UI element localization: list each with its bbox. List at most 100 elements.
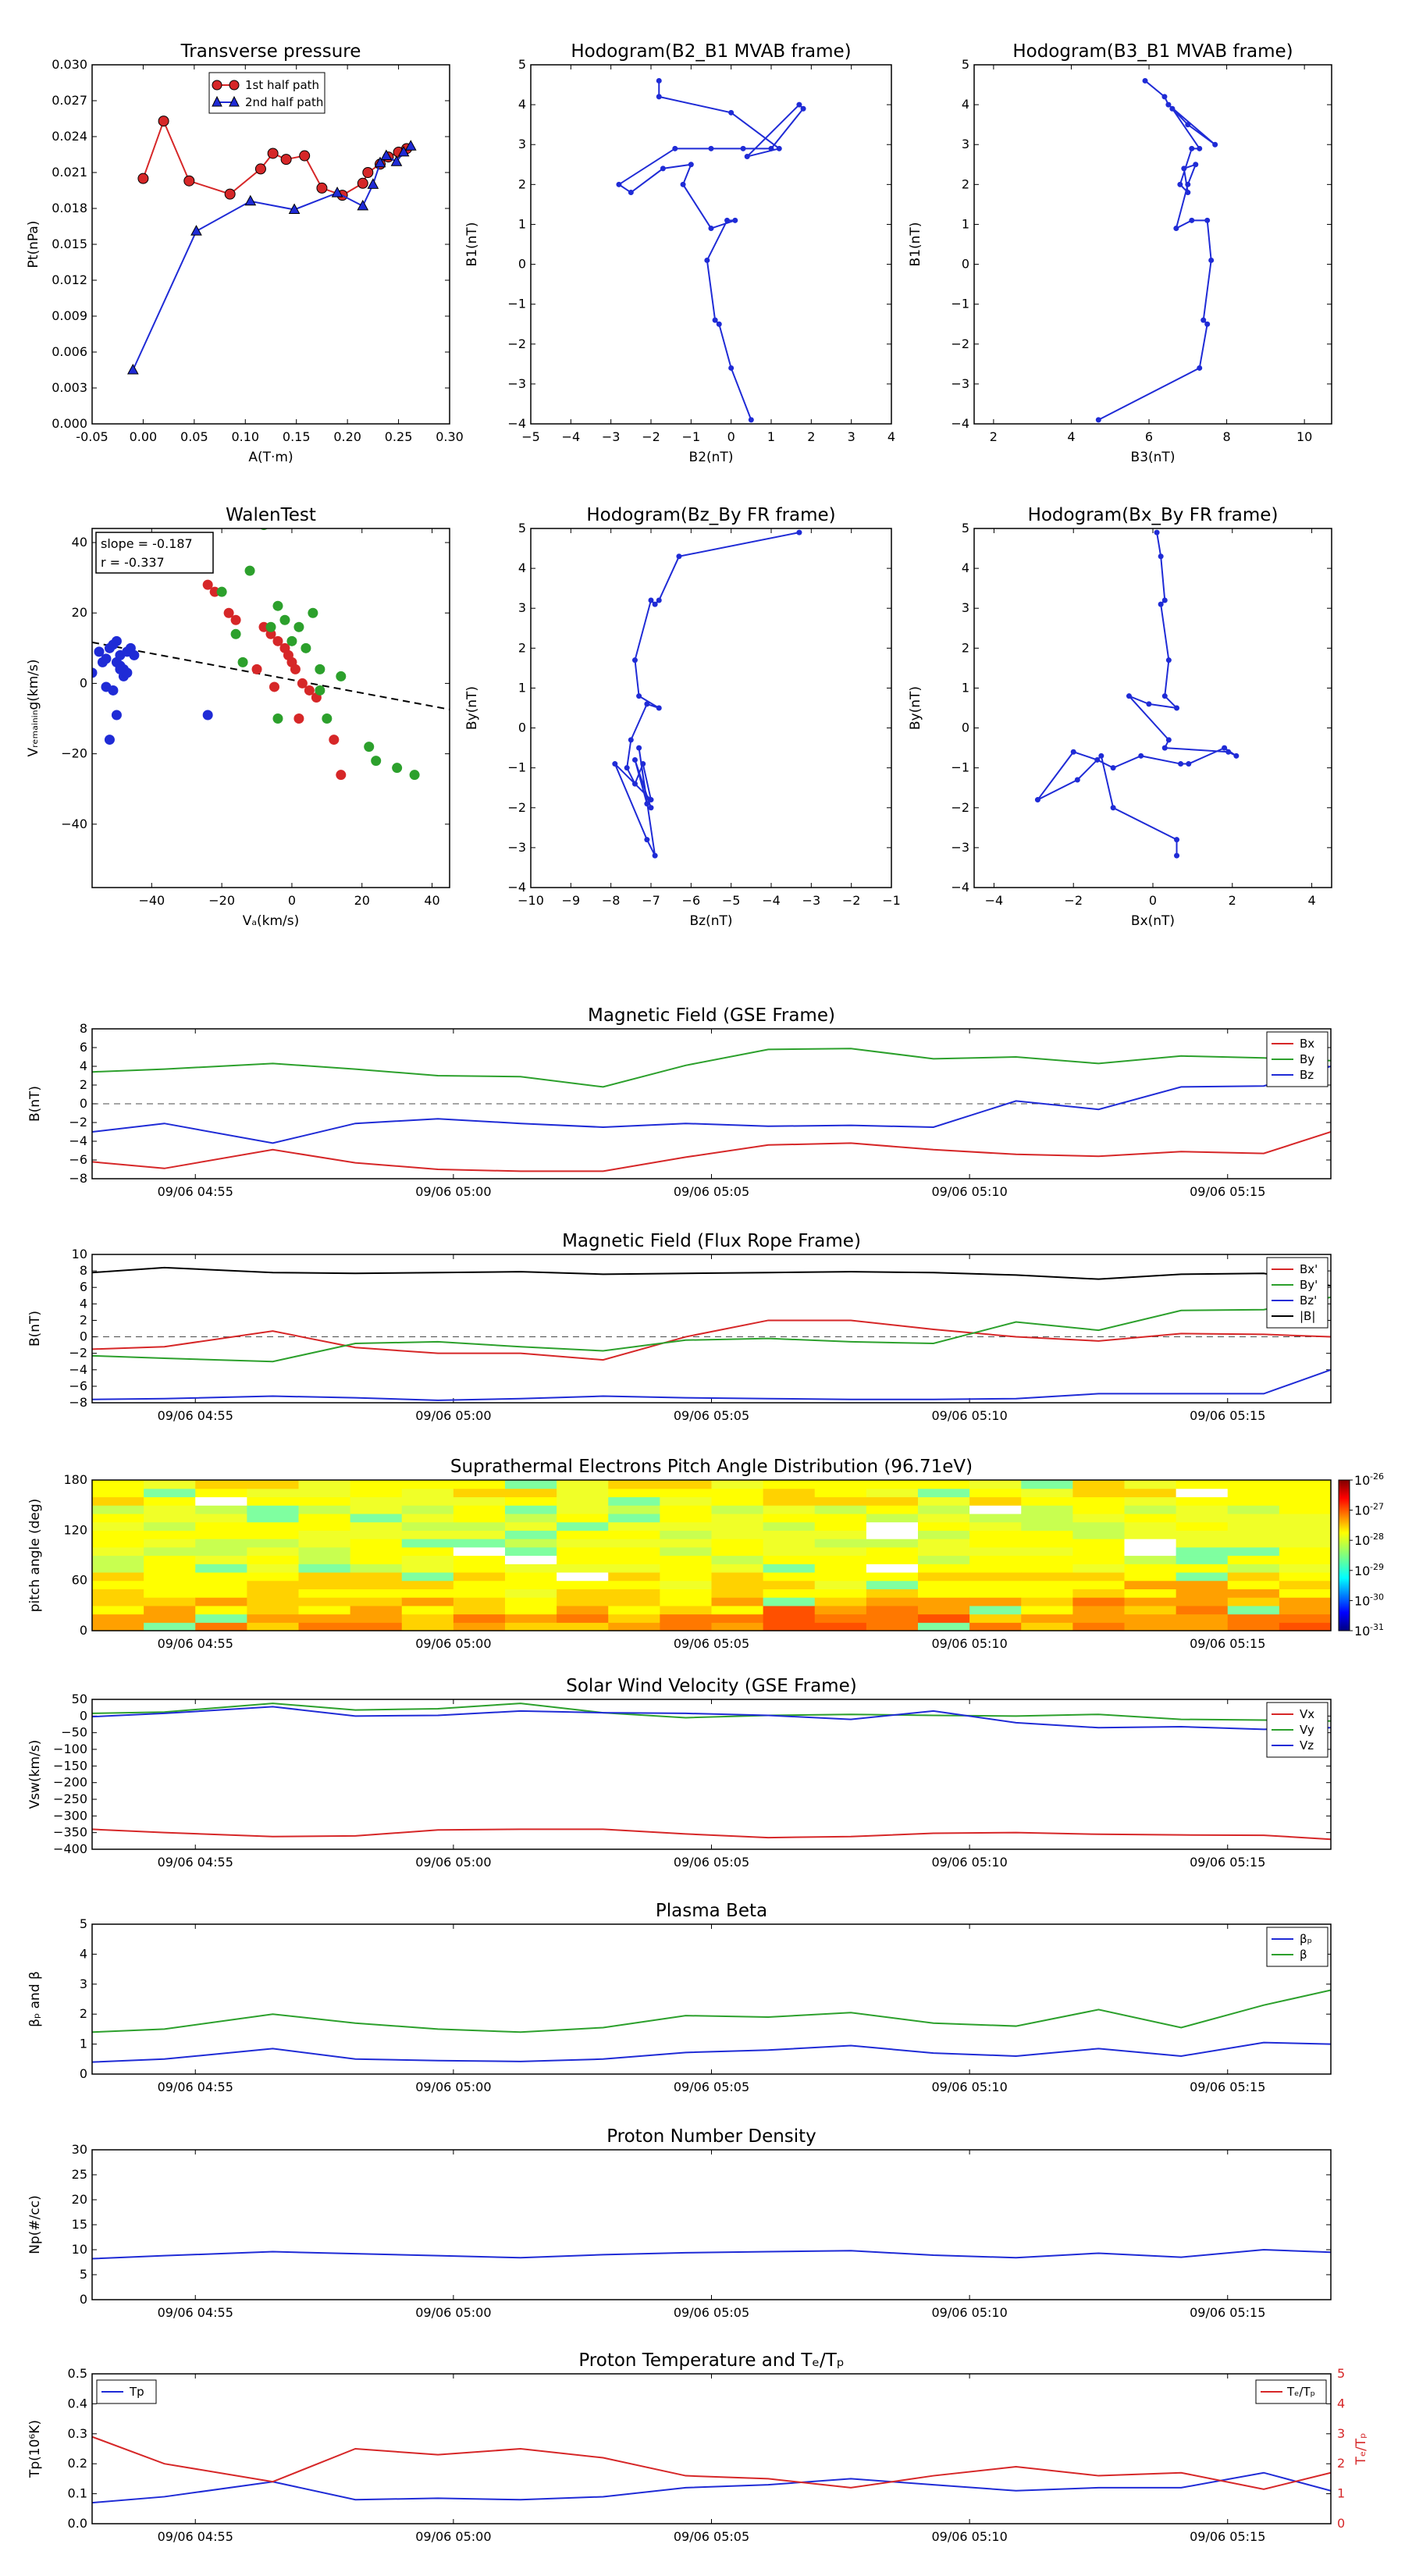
legend-label: Bx' (1300, 1262, 1318, 1276)
heatmap-cell (866, 1580, 919, 1589)
heatmap-cell (1124, 1530, 1177, 1539)
chart-title: Magnetic Field (Flux Rope Frame) (562, 1231, 861, 1251)
y-tick-label: −50 (61, 1725, 87, 1740)
y-tick-label: 2 (962, 176, 969, 191)
heatmap-cell (711, 1539, 764, 1548)
heatmap-cell (711, 1513, 764, 1523)
heatmap-cell (918, 1571, 970, 1582)
heatmap-cell (401, 1496, 454, 1506)
plot-area (974, 65, 1332, 424)
y-tick-label: 2 (518, 176, 526, 191)
heatmap-cell (1279, 1546, 1331, 1557)
heatmap-cell (298, 1539, 351, 1548)
colorbar-tick-label: 10 (1354, 1533, 1370, 1548)
y-axis-label: Np(#/cc) (27, 2195, 43, 2254)
data-point (111, 710, 122, 720)
heatmap-cell (1279, 1530, 1331, 1539)
heatmap-cell (814, 1539, 867, 1548)
heatmap-cell (1124, 1580, 1177, 1589)
data-point (1174, 837, 1180, 843)
y-tick-label: −300 (53, 1808, 87, 1823)
heatmap-cell (711, 1589, 764, 1598)
heatmap-cell (453, 1480, 506, 1489)
chart-magnetic-field-fr: −8 −6 −4−2 0 24 68 10 09/06 04:55 09/06 05:00 09/… (27, 1231, 1332, 1423)
heatmap-cell (195, 1564, 247, 1573)
y-tick-label: 40 (72, 535, 87, 550)
heatmap-cell (1124, 1564, 1177, 1573)
heatmap-cell (969, 1597, 1022, 1606)
heatmap-cell (1279, 1480, 1331, 1489)
chart-proton-temperature: 0.0 0.1 0.2 0.3 0.4 0.5 09/06 04:55 09/06 05:00… (27, 2350, 1369, 2544)
y-tick-label: 3 (518, 137, 526, 151)
legend-label: Bz' (1300, 1293, 1317, 1308)
heatmap-cell (660, 1530, 713, 1539)
heatmap-cell (298, 1488, 351, 1498)
plot-area (92, 2150, 1331, 2300)
x-tick-label: −20 (208, 893, 235, 908)
x-tick-label: 09/06 05:00 (415, 2529, 491, 2544)
heatmap-cell (1072, 1605, 1126, 1615)
heatmap-cell (918, 1597, 970, 1606)
heatmap-cell (92, 1530, 144, 1539)
heatmap-cell (144, 1597, 196, 1606)
heatmap-cell (1124, 1605, 1177, 1615)
y-tick-label: 180 (63, 1472, 87, 1487)
x-axis-label: Bz(nT) (689, 913, 732, 929)
data-point (716, 321, 722, 327)
heatmap-cell (763, 1488, 816, 1498)
heatmap-cell (298, 1496, 351, 1506)
heatmap-cell (453, 1555, 506, 1564)
chart-hodogram-bz-by: −4−3−2−1012345−10 −9 −8 −7 −6 −5 −4 −3 −2 −1Hodog… (464, 505, 901, 929)
data-point (362, 167, 374, 178)
heatmap-cell (453, 1597, 506, 1606)
annotation-text: slope = -0.187 (101, 536, 193, 551)
data-point (1185, 190, 1191, 196)
heatmap-cell (1124, 1571, 1177, 1582)
heatmap-cell (918, 1480, 970, 1489)
heatmap-cell (557, 1513, 609, 1523)
x-tick-label: −4 (762, 893, 781, 908)
heatmap-cell (557, 1530, 609, 1539)
heatmap-cell (1227, 1589, 1280, 1598)
heatmap-cell (1124, 1521, 1177, 1531)
y-tick-label: 4 (518, 560, 526, 575)
heatmap-cell (92, 1546, 144, 1557)
y-tick-label: −3 (507, 376, 526, 391)
data-point (1154, 529, 1160, 535)
x-tick-label: -0.05 (76, 429, 108, 444)
y-tick-label: 0.030 (52, 57, 87, 72)
y-tick-label: 0.012 (52, 272, 87, 287)
heatmap-cell (557, 1539, 609, 1548)
heatmap-cell (711, 1622, 764, 1631)
data-point (301, 642, 311, 653)
heatmap-cell (660, 1614, 713, 1623)
x-tick-label: 09/06 05:00 (415, 1184, 491, 1199)
heatmap-cell (814, 1546, 867, 1557)
data-point (628, 737, 634, 743)
heatmap-cell (814, 1555, 867, 1564)
heatmap-cell (1021, 1480, 1073, 1489)
heatmap-cell (918, 1605, 970, 1615)
heatmap-cell (401, 1513, 454, 1523)
heatmap-cell (866, 1622, 919, 1631)
y-tick-label: −1 (507, 297, 526, 311)
data-point (708, 145, 714, 151)
data-point (676, 553, 682, 560)
chart-transverse-pressure: 0.0000.0030.0060.0090.0120.0150.0180.021… (26, 41, 464, 465)
heatmap-cell (1021, 1539, 1073, 1548)
heatmap-cell (453, 1539, 506, 1548)
x-tick-label: −1 (682, 429, 701, 444)
x-tick-label: 0 (727, 429, 735, 444)
y-axis-label: Vᵣₑₘₐᵢₙᵢₙg(km/s) (26, 659, 41, 756)
y-tick-label: 1 (962, 680, 969, 695)
heatmap-cell (92, 1480, 144, 1489)
data-point (280, 154, 292, 165)
heatmap-cell (969, 1488, 1022, 1498)
heatmap-cell (1072, 1546, 1126, 1557)
x-tick-label: 09/06 05:15 (1190, 1184, 1265, 1199)
y-tick-label: −2 (951, 800, 969, 815)
heatmap-cell (350, 1488, 403, 1498)
heatmap-cell (608, 1546, 660, 1557)
y-tick-label: 30 (72, 2142, 87, 2157)
heatmap-cell (608, 1513, 660, 1523)
